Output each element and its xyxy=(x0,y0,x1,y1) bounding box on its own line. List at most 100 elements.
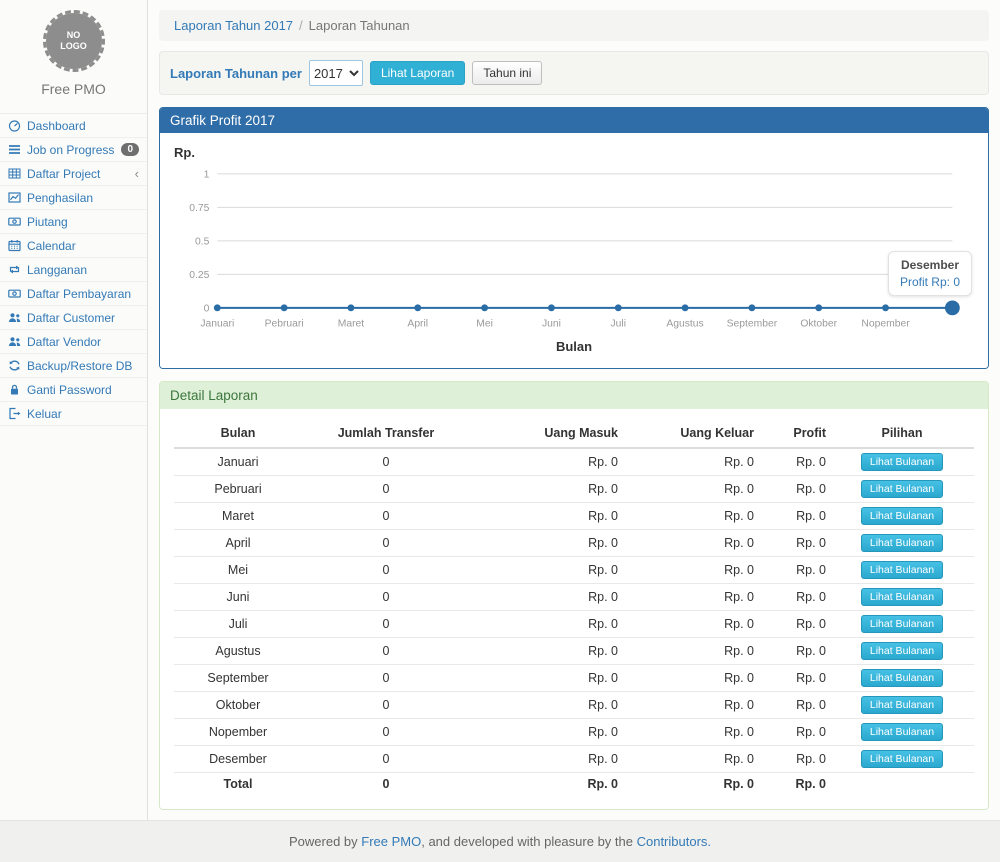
cell-jumlah-transfer: 0 xyxy=(302,448,470,476)
report-table-body: Januari0Rp. 0Rp. 0Rp. 0Lihat BulananPebr… xyxy=(174,448,974,795)
data-point[interactable] xyxy=(214,304,221,311)
table-row: Pebruari0Rp. 0Rp. 0Rp. 0Lihat Bulanan xyxy=(174,476,974,503)
cell-pilihan: Lihat Bulanan xyxy=(830,476,974,503)
data-point[interactable] xyxy=(481,304,488,311)
sidebar-item-backup-restore[interactable]: Backup/Restore DB xyxy=(0,354,147,378)
cell-jumlah-transfer: 0 xyxy=(302,476,470,503)
breadcrumb: Laporan Tahun 2017/Laporan Tahunan xyxy=(159,10,989,41)
cell-uang-masuk: Rp. 0 xyxy=(470,665,622,692)
cell-jumlah-transfer: 0 xyxy=(302,773,470,796)
column-header-bulan: Bulan xyxy=(174,419,302,448)
cell-pilihan: Lihat Bulanan xyxy=(830,530,974,557)
contributors-link[interactable]: Contributors. xyxy=(637,834,711,849)
data-point[interactable] xyxy=(815,304,822,311)
table-row: Juli0Rp. 0Rp. 0Rp. 0Lihat Bulanan xyxy=(174,611,974,638)
cell-uang-keluar: Rp. 0 xyxy=(622,638,758,665)
cell-jumlah-transfer: 0 xyxy=(302,719,470,746)
cell-pilihan: Lihat Bulanan xyxy=(830,611,974,638)
column-header-pilihan: Pilihan xyxy=(830,419,974,448)
app-window: NOLOGO Free PMO Dashboard Job on Progres… xyxy=(0,0,1000,821)
data-point[interactable] xyxy=(348,304,355,311)
year-select[interactable]: 2017 xyxy=(309,60,363,86)
line-chart-icon xyxy=(8,191,21,204)
cell-pilihan: Lihat Bulanan xyxy=(830,746,974,773)
cell-uang-keluar: Rp. 0 xyxy=(622,719,758,746)
cell-jumlah-transfer: 0 xyxy=(302,503,470,530)
cell-pilihan: Lihat Bulanan xyxy=(830,719,974,746)
sidebar-item-calendar[interactable]: Calendar xyxy=(0,234,147,258)
cell-uang-keluar: Rp. 0 xyxy=(622,584,758,611)
cell-jumlah-transfer: 0 xyxy=(302,611,470,638)
lihat-bulanan-button[interactable]: Lihat Bulanan xyxy=(861,669,943,687)
cell-profit: Rp. 0 xyxy=(758,584,830,611)
x-tick-label: Oktober xyxy=(800,319,837,330)
report-table: Bulan Jumlah Transfer Uang Masuk Uang Ke… xyxy=(174,419,974,795)
lihat-bulanan-button[interactable]: Lihat Bulanan xyxy=(861,615,943,633)
sidebar-item-daftar-customer[interactable]: Daftar Customer xyxy=(0,306,147,330)
breadcrumb-current: Laporan Tahunan xyxy=(309,18,410,33)
cell-bulan: Total xyxy=(174,773,302,796)
data-point[interactable] xyxy=(414,304,421,311)
data-point[interactable] xyxy=(882,304,889,311)
lihat-bulanan-button[interactable]: Lihat Bulanan xyxy=(861,750,943,768)
lihat-bulanan-button[interactable]: Lihat Bulanan xyxy=(861,453,943,471)
sidebar-item-label: Daftar Vendor xyxy=(27,335,101,349)
calendar-icon xyxy=(8,239,21,252)
lihat-laporan-button[interactable]: Lihat Laporan xyxy=(370,61,465,85)
sidebar: NOLOGO Free PMO Dashboard Job on Progres… xyxy=(0,0,148,820)
table-total-row: Total0Rp. 0Rp. 0Rp. 0 xyxy=(174,773,974,796)
lihat-bulanan-button[interactable]: Lihat Bulanan xyxy=(861,588,943,606)
data-point[interactable] xyxy=(748,304,755,311)
free-pmo-link[interactable]: Free PMO xyxy=(361,834,421,849)
lihat-bulanan-button[interactable]: Lihat Bulanan xyxy=(861,507,943,525)
cell-uang-keluar: Rp. 0 xyxy=(622,448,758,476)
sidebar-item-daftar-pembayaran[interactable]: Daftar Pembayaran xyxy=(0,282,147,306)
tooltip-value: Profit Rp: 0 xyxy=(900,275,960,289)
cell-profit: Rp. 0 xyxy=(758,611,830,638)
cell-uang-masuk: Rp. 0 xyxy=(470,476,622,503)
sidebar-item-daftar-vendor[interactable]: Daftar Vendor xyxy=(0,330,147,354)
cell-pilihan xyxy=(830,773,974,796)
cell-uang-keluar: Rp. 0 xyxy=(622,476,758,503)
sidebar-item-job-on-progress[interactable]: Job on Progress 0 xyxy=(0,138,147,162)
x-tick-label: Agustus xyxy=(666,319,703,330)
breadcrumb-link-laporan-tahun[interactable]: Laporan Tahun 2017 xyxy=(174,18,293,33)
sidebar-item-langganan[interactable]: Langganan xyxy=(0,258,147,282)
data-point[interactable] xyxy=(615,304,622,311)
data-point[interactable] xyxy=(548,304,555,311)
cell-bulan: Juli xyxy=(174,611,302,638)
sidebar-item-daftar-project[interactable]: Daftar Project ‹ xyxy=(0,162,147,186)
sidebar-item-piutang[interactable]: Piutang xyxy=(0,210,147,234)
lihat-bulanan-button[interactable]: Lihat Bulanan xyxy=(861,480,943,498)
sidebar-item-dashboard[interactable]: Dashboard xyxy=(0,114,147,138)
x-tick-label: Maret xyxy=(338,319,365,330)
cell-uang-masuk: Rp. 0 xyxy=(470,503,622,530)
cell-pilihan: Lihat Bulanan xyxy=(830,638,974,665)
cell-jumlah-transfer: 0 xyxy=(302,530,470,557)
cell-uang-masuk: Rp. 0 xyxy=(470,530,622,557)
data-point-highlighted[interactable] xyxy=(945,300,960,315)
sidebar-item-label: Calendar xyxy=(27,239,76,253)
table-header-row: Bulan Jumlah Transfer Uang Masuk Uang Ke… xyxy=(174,419,974,448)
lihat-bulanan-button[interactable]: Lihat Bulanan xyxy=(861,723,943,741)
lihat-bulanan-button[interactable]: Lihat Bulanan xyxy=(861,534,943,552)
cell-profit: Rp. 0 xyxy=(758,476,830,503)
lock-icon xyxy=(8,383,21,396)
sidebar-item-keluar[interactable]: Keluar xyxy=(0,402,147,426)
exchange-icon xyxy=(8,263,21,276)
lihat-bulanan-button[interactable]: Lihat Bulanan xyxy=(861,696,943,714)
table-row: Nopember0Rp. 0Rp. 0Rp. 0Lihat Bulanan xyxy=(174,719,974,746)
lihat-bulanan-button[interactable]: Lihat Bulanan xyxy=(861,642,943,660)
cell-bulan: Oktober xyxy=(174,692,302,719)
sidebar-item-label: Piutang xyxy=(27,215,68,229)
table-row: Agustus0Rp. 0Rp. 0Rp. 0Lihat Bulanan xyxy=(174,638,974,665)
lihat-bulanan-button[interactable]: Lihat Bulanan xyxy=(861,561,943,579)
cell-pilihan: Lihat Bulanan xyxy=(830,557,974,584)
tahun-ini-button[interactable]: Tahun ini xyxy=(472,61,542,85)
data-point[interactable] xyxy=(281,304,288,311)
sidebar-item-penghasilan[interactable]: Penghasilan xyxy=(0,186,147,210)
cell-pilihan: Lihat Bulanan xyxy=(830,584,974,611)
chart-y-axis-label: Rp. xyxy=(174,145,978,160)
sidebar-item-ganti-password[interactable]: Ganti Password xyxy=(0,378,147,402)
data-point[interactable] xyxy=(682,304,689,311)
